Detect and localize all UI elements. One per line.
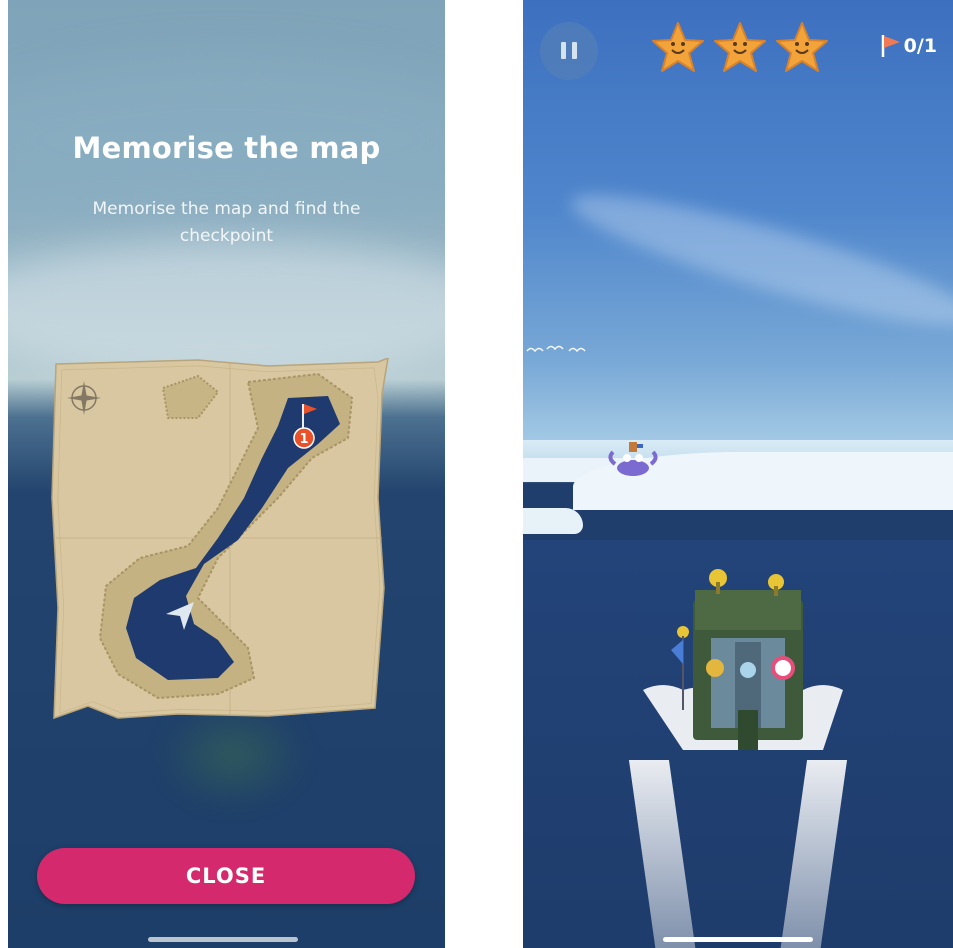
flag-icon bbox=[881, 35, 900, 57]
player-houseboat bbox=[643, 569, 843, 750]
page-title: Memorise the map bbox=[72, 131, 381, 165]
crab-character bbox=[608, 442, 658, 476]
checkpoint-badge: 1 bbox=[293, 427, 315, 449]
star-icon bbox=[714, 22, 766, 72]
close-button[interactable]: CLOSE bbox=[37, 848, 415, 904]
ice-floe-near bbox=[523, 508, 583, 534]
star-icon bbox=[652, 22, 704, 72]
treasure-map: 1 bbox=[51, 358, 389, 720]
svg-text:1: 1 bbox=[299, 432, 308, 447]
map-screen: Memorise the map Memorise the map and fi… bbox=[8, 0, 445, 948]
pause-button[interactable] bbox=[540, 22, 598, 80]
checkpoint-count-text: 0/1 bbox=[903, 35, 937, 57]
birds bbox=[526, 345, 586, 353]
pause-icon bbox=[561, 42, 566, 59]
star-icon bbox=[776, 22, 828, 72]
sky-cloud bbox=[562, 173, 953, 347]
home-indicator[interactable] bbox=[663, 937, 813, 942]
game-screen: 0/1 bbox=[523, 0, 953, 948]
pause-icon-bar bbox=[572, 42, 577, 59]
checkpoint-counter: 0/1 bbox=[880, 33, 937, 59]
star-rating bbox=[650, 20, 830, 76]
home-indicator[interactable] bbox=[148, 937, 298, 942]
instruction-text: Memorise the map and find the checkpoint bbox=[92, 199, 361, 246]
